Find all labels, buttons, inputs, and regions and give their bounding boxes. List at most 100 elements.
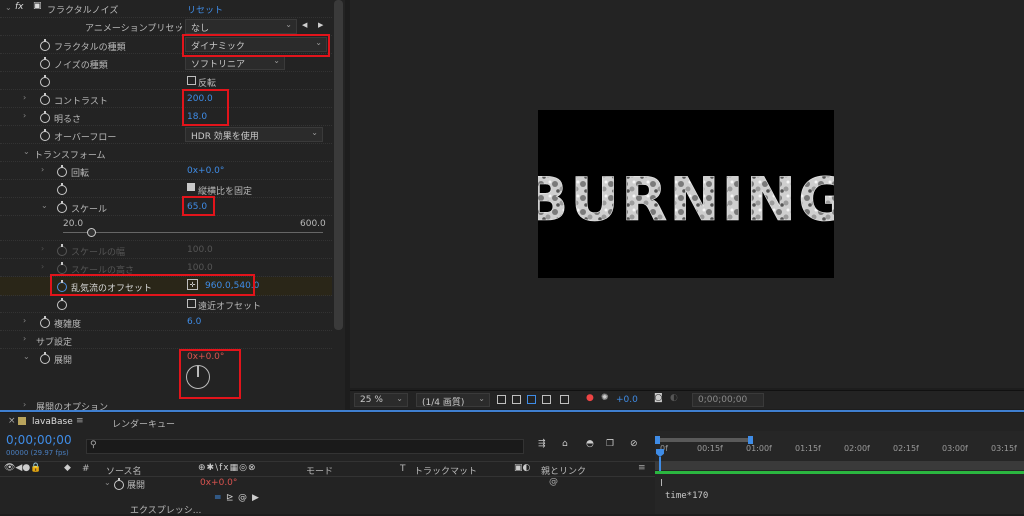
expand-chevron-icon[interactable]: › <box>23 400 26 409</box>
contrast-label: コントラスト <box>54 97 108 107</box>
comp-tab[interactable]: lavaBase <box>32 417 73 427</box>
stopwatch-icon[interactable] <box>57 298 67 310</box>
highlight-turbulent-offset <box>50 274 255 296</box>
collapse-chevron-icon[interactable]: ⌄ <box>41 201 48 210</box>
stopwatch-icon[interactable] <box>40 129 50 141</box>
expression-enable-icon[interactable]: = <box>214 493 222 503</box>
ruler-label: 01:15f <box>795 444 821 453</box>
motion-blur-icon[interactable]: ❐ <box>606 439 614 449</box>
resolution-dropdown[interactable]: (1/4 画質) ⌄ <box>416 393 490 408</box>
expression-pickwhip-icon[interactable]: @ <box>238 493 247 503</box>
ruler-label: 03:00f <box>942 444 968 453</box>
stopwatch-icon[interactable] <box>57 165 67 177</box>
overflow-dropdown[interactable]: HDR 効果を使用 ⌄ <box>185 127 323 142</box>
uniform-scale-checkbox[interactable] <box>187 183 195 191</box>
brightness-label: 明るさ <box>54 115 82 125</box>
previous-preset-icon[interactable]: ◀ <box>302 21 307 29</box>
close-tab-icon[interactable]: × <box>8 416 16 426</box>
collapse-effect-chevron[interactable]: ⌄ <box>5 3 12 12</box>
collapse-chevron-icon[interactable]: ⌄ <box>23 147 30 156</box>
collapse-chevron-icon[interactable]: ⌄ <box>23 352 30 361</box>
expand-chevron-icon[interactable]: › <box>23 93 26 102</box>
work-area-bar[interactable] <box>658 438 750 442</box>
fx-icon[interactable]: fx <box>15 2 24 12</box>
mask-visibility-icon[interactable] <box>527 395 536 404</box>
reset-link[interactable]: リセット <box>187 3 223 16</box>
collapse-chevron-icon[interactable]: ⌄ <box>104 478 111 487</box>
current-time-display[interactable]: 0;00;00;00 <box>6 433 72 447</box>
expand-chevron-icon[interactable]: › <box>23 316 26 325</box>
exposure-value[interactable]: +0.0 <box>616 395 638 405</box>
comp-mini-flowchart-icon[interactable]: ⇶ <box>538 439 546 449</box>
stopwatch-icon[interactable] <box>114 478 124 490</box>
next-preset-icon[interactable]: ▶ <box>318 21 323 29</box>
expression-editor[interactable]: time*170 <box>665 491 708 501</box>
stopwatch-icon[interactable] <box>40 39 50 51</box>
grid-guides-icon[interactable] <box>560 395 569 404</box>
snapshot-camera-icon[interactable]: ◙ <box>654 393 663 403</box>
scale-slider-handle[interactable] <box>87 228 96 237</box>
comp-color-swatch <box>18 417 26 425</box>
timeline-navigator[interactable] <box>655 461 1024 470</box>
evolution-options-label: 展開のオプション <box>36 403 109 410</box>
complexity-value[interactable]: 6.0 <box>187 317 201 327</box>
render-queue-tab[interactable]: レンダーキュー <box>112 417 175 430</box>
effect-preset-icon: ▣ <box>33 1 42 11</box>
perspective-offset-checkbox[interactable] <box>187 299 196 308</box>
stopwatch-icon[interactable] <box>40 352 50 364</box>
expand-chevron-icon[interactable]: › <box>23 111 26 120</box>
scale-slider-track[interactable] <box>63 232 323 233</box>
animation-preset-dropdown[interactable]: なし ⌄ <box>185 19 297 34</box>
layer-search-input[interactable]: ⚲ <box>86 439 524 454</box>
region-of-interest-icon[interactable] <box>542 395 551 404</box>
stopwatch-icon[interactable] <box>40 316 50 328</box>
effects-scrollbar[interactable] <box>334 0 343 330</box>
color-channel-icon[interactable]: ● <box>586 393 594 403</box>
expression-row[interactable]: = ⊵ @ ▶ エクスプレッシ... <box>0 491 655 516</box>
work-area-end-handle[interactable] <box>748 436 753 444</box>
transparency-grid-icon[interactable] <box>512 395 521 404</box>
stopwatch-icon[interactable] <box>40 57 50 69</box>
composition-canvas[interactable]: BURNING <box>538 110 834 278</box>
fast-previews-icon[interactable] <box>497 395 506 404</box>
highlight-contrast-brightness <box>182 89 229 126</box>
search-icon: ⚲ <box>90 440 97 450</box>
stopwatch-icon[interactable] <box>57 183 67 195</box>
stopwatch-icon[interactable] <box>40 111 50 123</box>
stopwatch-icon[interactable] <box>40 75 50 87</box>
matte-switch-icon: ▣◐ <box>514 463 531 473</box>
stopwatch-icon[interactable] <box>40 93 50 105</box>
draft-3d-icon[interactable]: ⌂ <box>562 439 568 449</box>
graph-editor-icon[interactable]: ⊘ <box>630 439 638 449</box>
exposure-icon[interactable]: ✺ <box>601 393 609 403</box>
stopwatch-icon[interactable] <box>57 201 67 213</box>
viewer-toolbar: 25 % ⌄ (1/4 画質) ⌄ ● ✺ +0.0 ◙ ◐ 0;00;00;0… <box>350 390 1024 409</box>
transform-group-label: トランスフォーム <box>34 151 106 161</box>
work-area-start-handle[interactable] <box>655 436 660 444</box>
label-tag-icon[interactable]: ◆ <box>64 463 71 473</box>
invert-checkbox[interactable] <box>187 76 196 85</box>
layer-duration-bar[interactable] <box>655 471 1024 474</box>
expression-graph-icon[interactable]: ⊵ <box>226 493 234 503</box>
column-options-icon[interactable]: ≡ <box>638 463 646 473</box>
rotation-value[interactable]: 0x+0.0° <box>187 166 224 176</box>
expand-chevron-icon[interactable]: › <box>23 334 26 343</box>
shy-layers-icon[interactable]: ◓ <box>586 439 594 449</box>
expression-label: エクスプレッシ... <box>130 506 202 516</box>
expand-chevron-icon: › <box>41 262 45 271</box>
noise-type-dropdown[interactable]: ソフトリニア ⌄ <box>185 55 285 70</box>
expand-chevron-icon[interactable]: › <box>41 165 44 174</box>
zoom-dropdown[interactable]: 25 % ⌄ <box>354 393 408 407</box>
rotation-label: 回転 <box>71 169 90 179</box>
panel-menu-icon[interactable]: ≡ <box>76 416 84 426</box>
expression-language-menu-icon[interactable]: ▶ <box>252 493 259 503</box>
playhead-handle[interactable] <box>656 449 664 457</box>
highlight-scale <box>182 196 215 216</box>
pick-whip-icon[interactable]: @ <box>549 477 558 487</box>
layer-property-row[interactable]: ⌄ 展開 0x+0.0° @ <box>0 476 655 491</box>
show-snapshot-icon[interactable]: ◐ <box>670 393 678 403</box>
av-switches-icon[interactable]: 👁◀●🔒 <box>4 463 41 473</box>
layer-evolution-value[interactable]: 0x+0.0° <box>200 478 237 488</box>
timeline-ruler-panel[interactable]: 0f 00:15f 01:00f 01:15f 02:00f 02:15f 03… <box>655 431 1024 514</box>
viewer-timecode-field[interactable]: 0;00;00;00 <box>692 393 764 407</box>
